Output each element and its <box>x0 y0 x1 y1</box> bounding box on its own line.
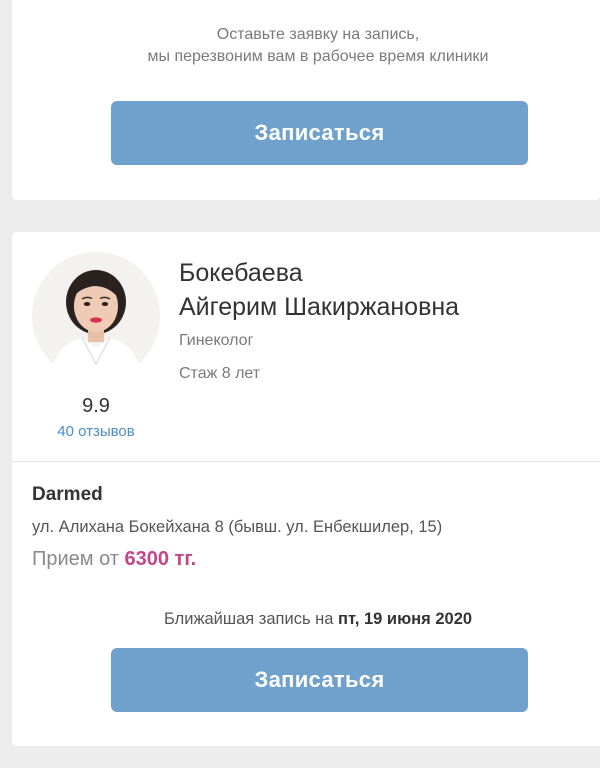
callback-note-line-1: Оставьте заявку на запись, <box>216 26 420 43</box>
clinic-address: ул. Алихана Бокейхана 8 (бывш. ул. Енбек… <box>32 518 443 536</box>
clinic-name: Darmed <box>32 484 103 505</box>
callback-note: Оставьте заявку на запись, мы перезвоним… <box>12 24 600 68</box>
callback-note-line-2: мы перезвоним вам в рабочее время клиник… <box>147 48 489 65</box>
doctor-rating: 9.9 <box>82 395 110 417</box>
nearest-date: пт, 19 июня 2020 <box>338 610 473 628</box>
price-prefix: Прием от <box>32 548 125 570</box>
book-appointment-button[interactable]: Записаться <box>111 648 528 712</box>
doctor-name[interactable]: Бокебаева Айгерим Шакиржановна <box>179 256 459 324</box>
request-appointment-button[interactable]: Записаться <box>111 101 528 165</box>
nearest-appointment: Ближайшая запись на пт, 19 июня 2020 <box>12 610 600 629</box>
price-amount: 6300 тг. <box>124 548 197 570</box>
doctor-card: 9.9 40 отзывов Бокебаева Айгерим Шакиржа… <box>12 232 600 746</box>
doctor-specialty: Гинеколог <box>179 332 254 349</box>
doctor-experience: Стаж 8 лет <box>179 365 261 382</box>
doctor-first-middle-name: Айгерим Шакиржановна <box>179 293 460 321</box>
price: Прием от 6300 тг. <box>32 548 196 571</box>
divider <box>12 461 600 462</box>
appointment-request-card: Оставьте заявку на запись, мы перезвоним… <box>12 0 600 200</box>
doctor-avatar[interactable] <box>32 252 160 380</box>
doctor-last-name: Бокебаева <box>179 259 303 287</box>
reviews-link[interactable]: 40 отзывов <box>32 423 160 440</box>
nearest-prefix: Ближайшая запись на <box>163 610 339 628</box>
doctor-photo <box>32 252 160 380</box>
